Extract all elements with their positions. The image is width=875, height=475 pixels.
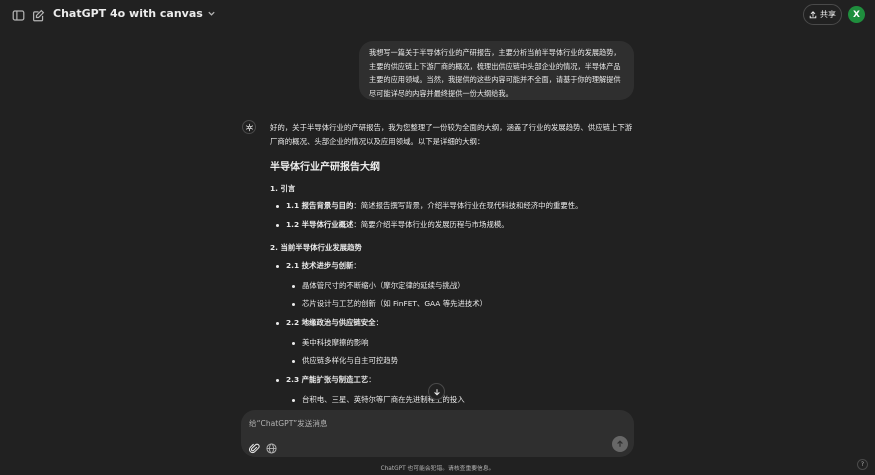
item-label: 1.1 报告背景与目的	[286, 201, 354, 210]
sub-list-item: 供应链多样化与自主可控趋势	[291, 356, 399, 365]
sub-list-item: 芯片设计与工艺的创新（如 FinFET、GAA 等先进技术）	[291, 299, 488, 308]
chatgpt-avatar	[242, 120, 256, 134]
openai-logo-icon	[245, 123, 253, 131]
list-item: 1.2 半导体行业概述：简要介绍半导体行业的发展历程与市场规模。	[276, 219, 509, 231]
arrow-down-icon	[433, 388, 440, 396]
attach-button[interactable]	[249, 439, 260, 454]
list-item: 2.3 产能扩张与制造工艺：	[276, 374, 376, 386]
item-label: 2.3 产能扩张与制造工艺	[286, 375, 369, 384]
list-item: 2.1 技术进步与创新：	[276, 260, 361, 272]
share-icon	[809, 10, 817, 18]
paperclip-icon	[249, 443, 260, 454]
new-chat-button[interactable]	[30, 7, 46, 23]
message-input[interactable]	[249, 416, 609, 430]
help-button[interactable]: ?	[857, 459, 868, 470]
send-button[interactable]	[612, 436, 628, 452]
section-title: 1. 引言	[270, 184, 296, 193]
item-text: ：	[375, 318, 383, 327]
avatar[interactable]: X	[848, 6, 865, 23]
item-text: ：简述报告撰写背景，介绍半导体行业在现代科技和经济中的重要性。	[353, 201, 583, 210]
share-label: 共享	[820, 10, 836, 19]
assistant-intro: 好的，关于半导体行业的产研报告，我为您整理了一份较为全面的大纲，涵盖了行业的发展…	[270, 123, 633, 147]
chevron-down-icon	[208, 11, 215, 16]
section-title: 2. 当前半导体行业发展趋势	[270, 243, 362, 252]
sidebar-icon	[12, 9, 24, 21]
message-composer	[241, 410, 634, 457]
model-title: ChatGPT 4o with canvas	[53, 7, 203, 20]
model-selector[interactable]: ChatGPT 4o with canvas	[53, 7, 216, 20]
assistant-message: 好的，关于半导体行业的产研报告，我为您整理了一份较为全面的大纲，涵盖了行业的发展…	[270, 120, 640, 410]
disclaimer: ChatGPT 也可能会犯错。请核查重要信息。	[380, 466, 495, 472]
user-message: 我想写一篇关于半导体行业的产研报告，主要分析当前半导体行业的发展趋势，主要的供应…	[359, 41, 634, 100]
edit-icon	[32, 9, 44, 21]
sub-list-item: 美中科技摩擦的影响	[292, 338, 369, 347]
sub-list-item: 晶体管尺寸的不断缩小（摩尔定律的延续与挑战）	[292, 281, 465, 290]
item-label: 1.2 半导体行业概述	[286, 220, 354, 229]
outline-title: 半导体行业产研报告大纲	[270, 162, 380, 173]
scroll-to-bottom-button[interactable]	[428, 383, 445, 400]
list-item: 2.2 地缘政治与供应链安全：	[276, 317, 383, 329]
search-web-button[interactable]	[266, 439, 277, 454]
share-button[interactable]: 共享	[803, 4, 842, 25]
item-label: 2.1 技术进步与创新	[286, 261, 354, 270]
item-text: ：	[368, 375, 376, 384]
item-label: 2.2 地缘政治与供应链安全	[286, 318, 376, 327]
item-text: ：简要介绍半导体行业的发展历程与市场规模。	[353, 220, 509, 229]
list-item: 1.1 报告背景与目的：简述报告撰写背景，介绍半导体行业在现代科技和经济中的重要…	[276, 200, 583, 212]
arrow-up-icon	[617, 440, 623, 447]
item-text: ：	[353, 261, 361, 270]
sidebar-toggle-button[interactable]	[10, 7, 26, 23]
globe-icon	[266, 443, 277, 454]
top-bar: ChatGPT 4o with canvas 共享 X	[0, 0, 875, 30]
